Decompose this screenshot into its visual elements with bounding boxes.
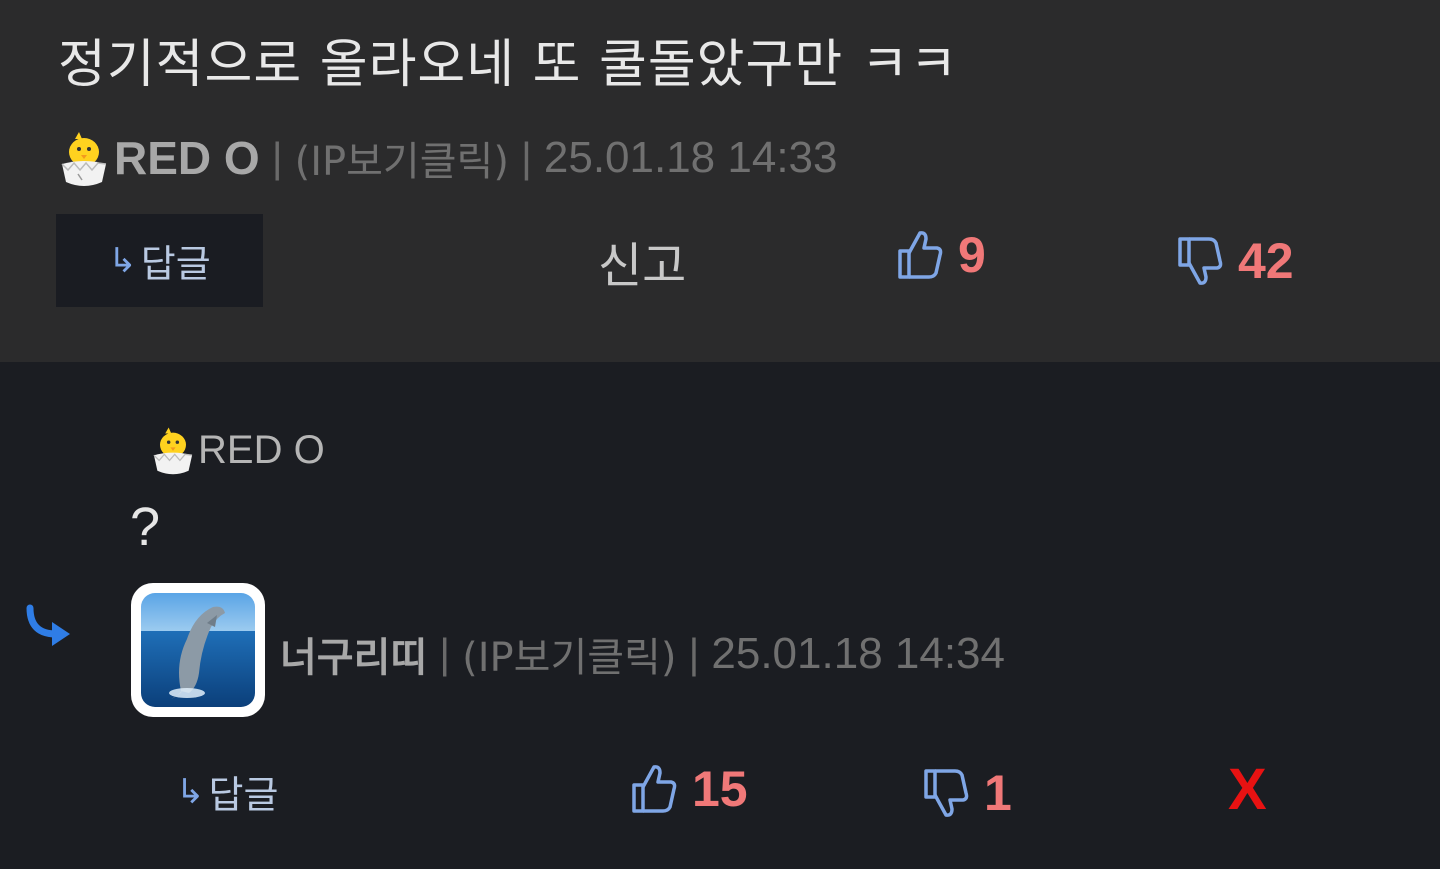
thumbs-down-icon: [1176, 235, 1224, 287]
reply-meta: 너구리띠 | (IP보기클릭) | 25.01.18 14:34: [280, 624, 1005, 684]
comment-text: 정기적으로 올라오네 또 쿨돌았구만 ㅋㅋ: [58, 35, 959, 95]
dolphin-avatar-icon: [141, 593, 255, 707]
meta-separator: |: [439, 630, 451, 677]
reply-arrow-icon: ↳: [108, 240, 137, 281]
downvote-button[interactable]: 1: [922, 764, 1012, 822]
ip-view-link[interactable]: (IP보기클릭): [295, 129, 509, 187]
hatching-chick-icon: [150, 424, 196, 476]
upvote-count: 9: [958, 227, 986, 283]
reply-label: 답글: [140, 242, 211, 286]
reply-button[interactable]: ↳ 답글: [56, 214, 263, 307]
quoted-author-name: RED O: [198, 427, 325, 472]
reply-text: ?: [130, 497, 161, 557]
downvote-count: 1: [984, 765, 1012, 821]
thumbs-up-icon: [630, 763, 678, 815]
upvote-button[interactable]: 15: [630, 760, 748, 818]
parent-comment: 정기적으로 올라오네 또 쿨돌았구만 ㅋㅋ RED O | (IP보기클릭) |…: [0, 0, 1440, 362]
meta-separator: |: [520, 134, 532, 181]
thumbs-down-icon: [922, 767, 970, 819]
meta-separator: |: [271, 134, 283, 181]
thumbs-up-icon: [896, 229, 944, 281]
upvote-button[interactable]: 9: [896, 226, 986, 284]
reply-datetime: 25.01.18 14:34: [711, 629, 1005, 678]
comment-datetime: 25.01.18 14:33: [543, 133, 838, 182]
upvote-count: 15: [692, 761, 748, 817]
reply-arrow-icon: ↳: [176, 771, 205, 812]
reply-label: 답글: [208, 773, 279, 817]
reply-author[interactable]: 너구리띠: [280, 625, 427, 683]
reply-indent-arrow-icon: [22, 604, 78, 654]
ip-view-link[interactable]: (IP보기클릭): [462, 625, 676, 683]
avatar[interactable]: [131, 583, 265, 717]
report-button[interactable]: 신고: [598, 226, 686, 296]
comment-author[interactable]: RED O: [114, 131, 260, 185]
delete-button[interactable]: X: [1228, 756, 1267, 823]
comment-meta: RED O | (IP보기클릭) | 25.01.18 14:33: [58, 128, 837, 188]
downvote-count: 42: [1238, 233, 1294, 289]
downvote-button[interactable]: 42: [1176, 232, 1294, 290]
meta-separator: |: [688, 630, 700, 677]
reply-button[interactable]: ↳ 답글: [176, 764, 278, 819]
quoted-author: RED O: [150, 424, 325, 476]
hatching-chick-icon: [58, 128, 110, 188]
